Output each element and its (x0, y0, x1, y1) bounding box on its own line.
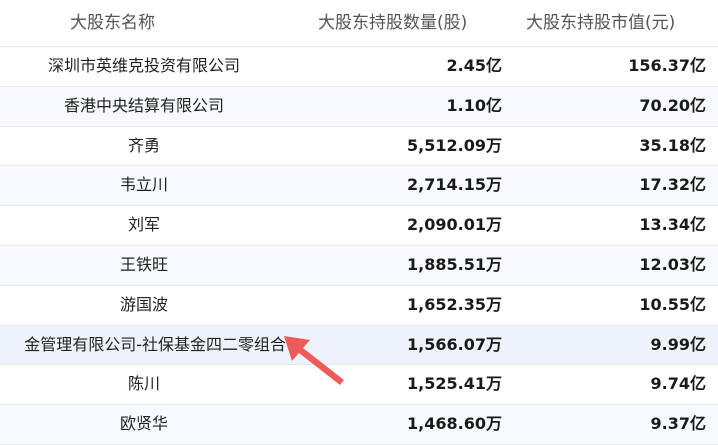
shares-quantity: 1,525.41万 (407, 374, 502, 394)
shareholder-name: 陈川 (127, 374, 160, 394)
table-row: 刘军 2,090.01万 13.34亿 (0, 206, 718, 246)
table-row: 欧贤华 1,468.60万 9.37亿 (0, 405, 718, 445)
market-value: 10.55亿 (639, 294, 706, 314)
market-value: 17.32亿 (639, 175, 706, 195)
shareholder-name: 深圳市英维克投资有限公司 (47, 56, 240, 75)
table-row: 齐勇 5,512.09万 35.18亿 (0, 126, 718, 167)
table-row: 王铁旺 1,885.51万 12.03亿 (0, 245, 718, 286)
market-value: 156.37亿 (628, 56, 706, 75)
table-row: 韦立川 2,714.15万 17.32亿 (0, 166, 718, 207)
shareholder-name: 韦立川 (119, 175, 168, 195)
shares-quantity: 2,714.15万 (407, 175, 502, 195)
market-value: 35.18亿 (639, 135, 706, 155)
table-header: 大股东名称 大股东持股数量(股) 大股东持股市值(元) (0, 0, 718, 47)
shares-quantity: 1,468.60万 (407, 414, 502, 434)
table-row-highlighted: 金管理有限公司-社保基金四二零组合 1,566.07万 9.99亿 (0, 325, 718, 366)
header-shares-quantity: 大股东持股数量(股) (318, 13, 468, 33)
market-value: 70.20亿 (639, 95, 706, 115)
shares-quantity: 2,090.01万 (407, 215, 502, 235)
shareholder-name: 游国波 (119, 294, 168, 314)
shares-quantity: 1,566.07万 (407, 334, 502, 354)
market-value: 13.34亿 (639, 215, 706, 235)
shareholder-name: 刘军 (127, 215, 160, 235)
shares-quantity: 1.10亿 (446, 95, 502, 115)
table-row: 游国波 1,652.35万 10.55亿 (0, 285, 718, 326)
shares-quantity: 1,652.35万 (407, 294, 502, 314)
header-market-value: 大股东持股市值(元) (526, 13, 676, 33)
market-value: 9.37亿 (650, 414, 706, 434)
shareholder-name: 金管理有限公司-社保基金四二零组合 (24, 334, 286, 354)
shares-quantity: 1,885.51万 (407, 254, 502, 274)
market-value: 9.99亿 (650, 334, 706, 354)
shareholder-name: 王铁旺 (119, 254, 168, 274)
shareholder-name: 齐勇 (127, 135, 160, 155)
table-row: 深圳市英维克投资有限公司 2.45亿 156.37亿 (0, 47, 718, 87)
table-row: 陈川 1,525.41万 9.74亿 (0, 365, 718, 406)
market-value: 9.74亿 (650, 374, 706, 394)
market-value: 12.03亿 (639, 254, 706, 274)
shareholder-table: 大股东名称 大股东持股数量(股) 大股东持股市值(元) 深圳市英维克投资有限公司… (0, 0, 718, 445)
table-row: 香港中央结算有限公司 1.10亿 70.20亿 (0, 86, 718, 127)
header-shareholder-name: 大股东名称 (70, 13, 155, 33)
shareholder-name: 欧贤华 (119, 414, 168, 434)
table-body: 深圳市英维克投资有限公司 2.45亿 156.37亿 香港中央结算有限公司 1.… (0, 47, 718, 445)
shares-quantity: 2.45亿 (446, 56, 502, 75)
shareholder-name: 香港中央结算有限公司 (63, 95, 224, 115)
shares-quantity: 5,512.09万 (407, 135, 502, 155)
